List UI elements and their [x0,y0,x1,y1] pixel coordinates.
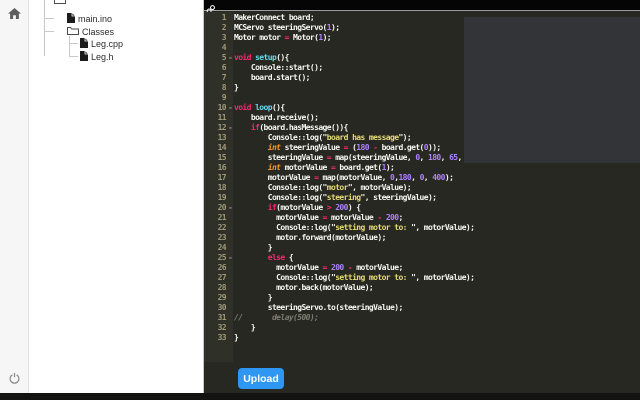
tree-connector [69,43,78,44]
tree-connector [44,18,54,19]
tree-connector [69,36,70,56]
line-number: 12- [217,123,233,133]
link-icon[interactable] [206,1,218,14]
line-number: 4 [221,43,227,52]
tree-item-label: Classes [82,26,115,37]
line-number: 28 [217,283,227,292]
code-line[interactable]: } [234,243,640,253]
line-number: 16 [217,163,227,172]
code-line[interactable]: steeringServo.to(steeringValue); [234,303,640,313]
line-number: 8 [221,83,227,92]
line-number: 3 [221,33,227,42]
file-tree: main.ino Classes Leg.cpp Leg.h [29,0,203,76]
tree-item-leg-h[interactable]: Leg.h [80,51,114,63]
fold-marker[interactable]: - [228,253,233,263]
app-window: main.ino Classes Leg.cpp Leg.h 1 2 3 4 5… [0,0,640,400]
tree-item-label: Leg.h [91,52,114,62]
file-icon [67,13,75,25]
line-number: 31 [217,313,227,322]
line-number: 13 [217,133,227,142]
code-line[interactable]: } [234,323,640,333]
code-editor-region: 1 2 3 4 5-6 7 8 9 10-11 12-13 14 15 16 17 18 19 20-21 22 2… [204,0,640,393]
code-line[interactable]: Console::log("steering", steeringValue); [234,193,640,203]
line-number: 9 [221,93,227,102]
code-line[interactable]: motor.back(motorValue); [234,283,640,293]
code-line[interactable]: int motorValue = board.get(1); [234,163,640,173]
tree-connector [69,56,78,57]
code-line[interactable]: } [234,333,640,343]
sidebar-rail [0,0,29,393]
code-line[interactable]: Console::log("setting motor to: ", motor… [234,223,640,233]
line-number: 21 [217,213,227,222]
code-line[interactable]: motorValue = 200 - motorValue; [234,263,640,273]
line-number: 10- [217,103,233,113]
code-line[interactable]: if(motorValue > 200) { [234,203,640,213]
power-icon [9,371,20,389]
file-icon [80,38,88,50]
line-number: 14 [217,143,227,152]
file-tree-panel: main.ino Classes Leg.cpp Leg.h [29,0,204,393]
power-button[interactable] [0,371,29,389]
folder-open-icon [67,26,79,37]
line-number: 25- [217,253,233,263]
line-number: 20- [217,203,233,213]
line-number: 32 [217,323,227,332]
tree-connector [44,31,54,32]
code-line[interactable]: Console::log("setting motor to: ", motor… [234,273,640,283]
editor-toolbar [204,0,640,14]
code-line[interactable]: } [234,293,640,303]
line-number: 17 [217,173,227,182]
tree-item-root-folder[interactable] [54,0,69,6]
line-number: 29 [217,293,227,302]
tree-item-label: Leg.cpp [91,39,124,49]
tree-item-label: main.ino [78,14,113,24]
line-number: 27 [217,273,227,282]
line-number: 18 [217,183,227,192]
gutter: 1 2 3 4 5-6 7 8 9 10-11 12-13 14 15 16 17 18 19 20-21 22 2… [204,12,233,362]
line-number: 1 [221,13,227,22]
fold-marker[interactable]: - [228,203,233,213]
code-line[interactable]: // delay(500); [234,313,640,323]
line-number: 5- [221,53,233,63]
folder-open-icon [54,0,66,6]
line-number: 11 [217,113,227,122]
line-number: 15 [217,153,227,162]
code-line[interactable]: else { [234,253,640,263]
line-number: 24 [217,243,227,252]
code-line[interactable]: motor.forward(motorValue); [234,233,640,243]
line-number: 26 [217,263,227,272]
line-number: 33 [217,333,227,342]
tree-item-classes[interactable]: Classes [67,26,114,37]
overlay-panel [464,17,640,163]
file-icon [80,51,88,63]
home-icon [8,6,21,24]
code-line[interactable]: Console::log("motor", motorValue); [234,183,640,193]
line-number: 19 [217,193,227,202]
code-line[interactable]: motorValue = motorValue - 200; [234,213,640,223]
line-number: 2 [221,23,227,32]
code-line[interactable]: motorValue = map(motorValue, 0,180, 0, 4… [234,173,640,183]
tree-item-main-ino[interactable]: main.ino [67,13,112,25]
home-button[interactable] [0,6,29,24]
fold-marker[interactable]: - [228,53,233,63]
line-number: 23 [217,233,227,242]
line-number: 22 [217,223,227,232]
fold-marker[interactable]: - [228,103,233,113]
tree-connector [44,0,45,56]
upload-button[interactable]: Upload [238,368,284,389]
fold-marker[interactable]: - [228,123,233,133]
tree-item-leg-cpp[interactable]: Leg.cpp [80,38,123,50]
line-number: 7 [221,73,227,82]
line-number: 6 [221,63,227,72]
line-number: 30 [217,303,227,312]
